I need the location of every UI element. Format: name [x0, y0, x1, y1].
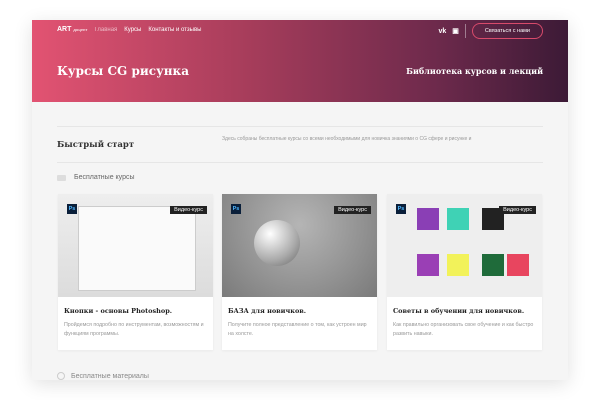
page-subtitle: Библиотека курсов и лекций — [406, 66, 543, 76]
course-thumbnail: Ps Видео-курс — [58, 194, 213, 297]
cube-image — [507, 254, 529, 276]
course-card[interactable]: Ps Видео-курс БАЗА для новичков. Получит… — [222, 194, 377, 350]
card-title: Кнопки - основы Photoshop. — [64, 307, 172, 315]
course-card[interactable]: Ps Видео-курс Советы в обучении для нови… — [387, 194, 542, 350]
divider — [464, 24, 466, 38]
photoshop-icon: Ps — [67, 204, 77, 214]
video-course-badge: Видео-курс — [170, 206, 207, 214]
cube-image — [482, 254, 504, 276]
cube-image — [417, 254, 439, 276]
cube-image — [447, 208, 469, 230]
contact-button[interactable]: Связаться с нами — [471, 23, 543, 39]
free-courses-heading: Бесплатные курсы — [57, 174, 135, 181]
top-nav: ART доцент Главная Курсы Контакты и отзыв… — [57, 26, 201, 33]
cube-image — [447, 254, 469, 276]
chat-icon[interactable]: ▣ — [452, 27, 459, 35]
nav-home[interactable]: Главная — [94, 27, 117, 33]
photoshop-icon: Ps — [396, 204, 406, 214]
card-description: Пройдемся подробно по инструментам, возм… — [64, 322, 204, 337]
video-course-badge: Видео-курс — [499, 206, 536, 214]
free-courses-label: Бесплатные курсы — [74, 174, 135, 181]
section-title: Быстрый старт — [57, 140, 135, 150]
card-description: Как правильно организовать свое обучение… — [393, 322, 534, 337]
logo-text: ART — [57, 26, 72, 33]
photoshop-screenshot — [78, 206, 196, 291]
browser-window: ART доцент Главная Курсы Контакты и отзыв… — [32, 20, 568, 380]
course-thumbnail: Ps Видео-курс — [222, 194, 377, 297]
video-course-badge: Видео-курс — [334, 206, 371, 214]
hero-header: ART доцент Главная Курсы Контакты и отзыв… — [32, 20, 568, 102]
course-card[interactable]: Ps Видео-курс Кнопки - основы Photoshop.… — [58, 194, 213, 350]
logo[interactable]: ART доцент — [57, 26, 87, 33]
card-description: Получите полное представление о том, как… — [228, 322, 367, 337]
free-materials-label: Бесплатные материалы — [71, 372, 149, 380]
free-materials-heading: Бесплатные материалы — [57, 372, 149, 380]
card-title: Советы в обучении для новичков. — [393, 307, 525, 315]
page-title: Курсы CG рисунка — [57, 64, 189, 78]
course-thumbnail: Ps Видео-курс — [387, 194, 542, 297]
logo-sub: доцент — [73, 27, 88, 32]
materials-icon — [57, 372, 65, 380]
card-title: БАЗА для новичков. — [228, 307, 307, 315]
nav-courses[interactable]: Курсы — [124, 27, 141, 33]
photoshop-icon: Ps — [231, 204, 241, 214]
nav-contacts[interactable]: Контакты и отзывы — [148, 27, 201, 33]
divider — [57, 126, 543, 127]
video-camera-icon — [57, 174, 66, 181]
section-description: Здесь собраны бесплатные курсы со всеми … — [222, 136, 472, 142]
divider — [57, 162, 543, 163]
cube-image — [417, 208, 439, 230]
vk-icon[interactable]: vk — [438, 28, 446, 35]
sphere-image — [254, 220, 300, 266]
